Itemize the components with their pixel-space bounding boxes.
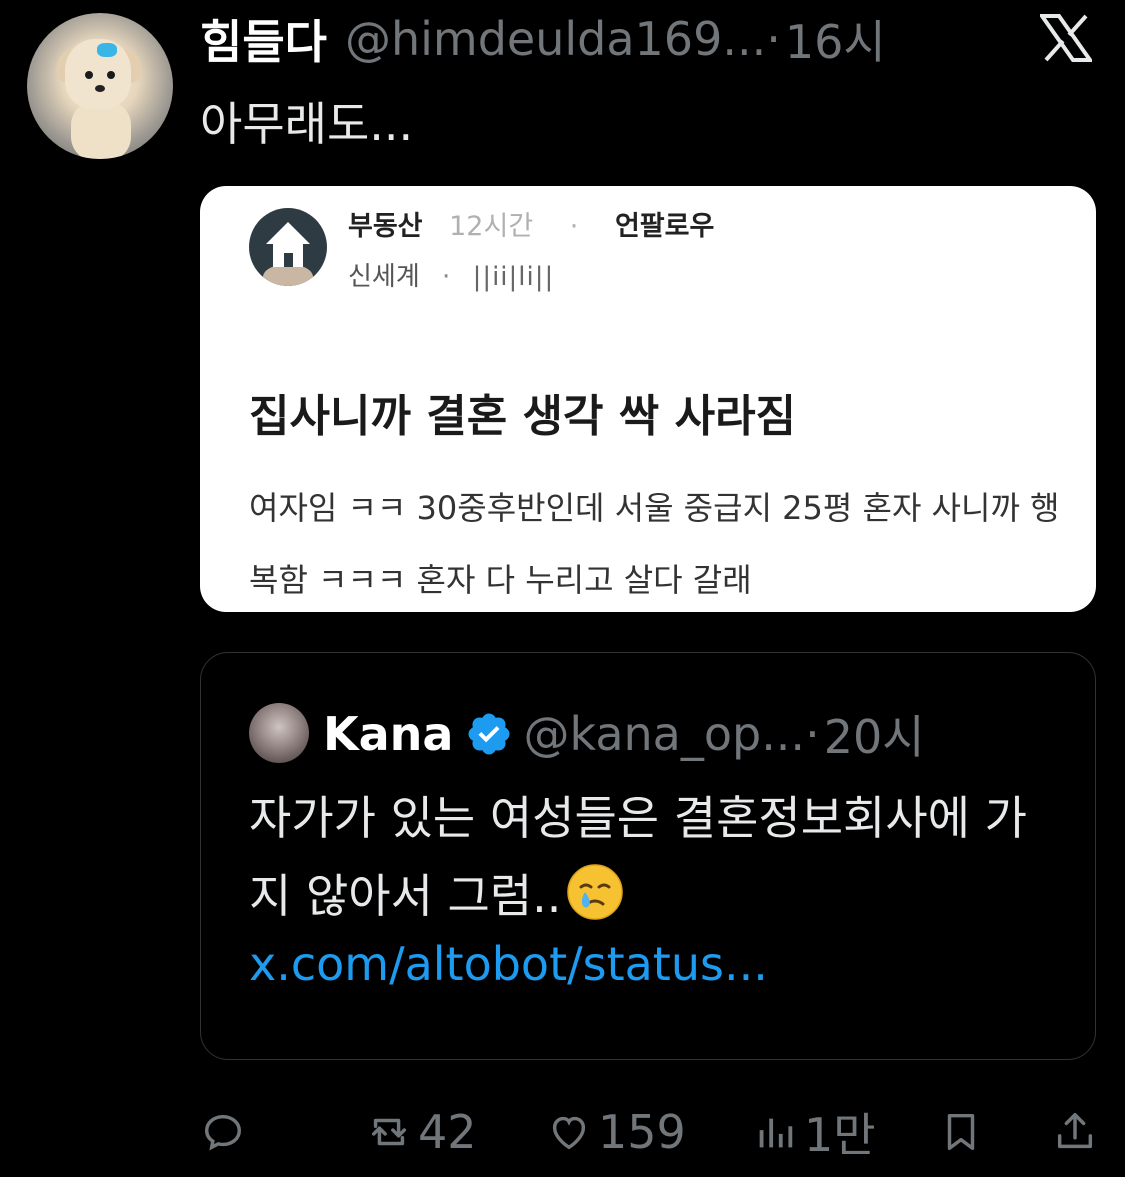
author-company: 신세계 bbox=[348, 262, 420, 292]
house-icon bbox=[266, 222, 310, 244]
avatar-hand bbox=[263, 264, 313, 286]
author-avatar[interactable] bbox=[27, 13, 173, 159]
reply-icon bbox=[204, 1114, 242, 1151]
quote-header: Kana @kana_op... · 20시 bbox=[323, 699, 925, 769]
post-meta-top: 부동산 12시간 · 언팔로우 bbox=[348, 204, 714, 243]
share-button[interactable] bbox=[1052, 1102, 1098, 1162]
author-handle[interactable]: @himdeulda169... bbox=[345, 12, 766, 66]
quote-text-content: 자가가 있는 여성들은 결혼정보회사에 가지 않아서 그럼.. bbox=[249, 791, 1027, 923]
avatar-puppy-eye bbox=[107, 71, 115, 79]
x-logo-icon bbox=[1040, 14, 1092, 62]
house-door bbox=[284, 253, 293, 267]
heart-icon bbox=[552, 1116, 586, 1150]
quote-timestamp: 20시 bbox=[823, 710, 925, 764]
author-nickname: ||ii|li|| bbox=[472, 262, 555, 292]
verified-badge-icon bbox=[468, 713, 510, 755]
tweet-action-bar: 42 159 1만 bbox=[196, 1102, 1096, 1162]
avatar-puppy-body bbox=[71, 101, 131, 159]
quote-text: 자가가 있는 여성들은 결혼정보회사에 가지 않아서 그럼.. bbox=[249, 779, 1069, 935]
quote-separator-dot: · bbox=[805, 707, 820, 761]
reply-button[interactable] bbox=[200, 1102, 252, 1162]
retweet-count: 42 bbox=[418, 1105, 477, 1159]
retweet-icon bbox=[371, 1118, 407, 1146]
board-avatar bbox=[249, 208, 327, 286]
tweet-image[interactable]: 부동산 12시간 · 언팔로우 신세계 · ||ii|li|| 집사니까 결혼 … bbox=[200, 186, 1096, 612]
quote-link[interactable]: x.com/altobot/status... bbox=[249, 937, 768, 991]
tweet-timestamp[interactable]: 16시 bbox=[785, 6, 886, 72]
views-button[interactable]: 1만 bbox=[752, 1102, 876, 1162]
face-holding-back-tears-icon bbox=[567, 864, 624, 920]
header-separator-dot: · bbox=[766, 12, 781, 66]
post-body: 여자임 ㅋㅋ 30중후반인데 서울 중급지 25평 혼자 사니까 행복함 ㅋㅋㅋ… bbox=[249, 489, 1060, 599]
quote-author-handle: @kana_op... bbox=[523, 707, 806, 761]
post-meta-bottom: 신세계 · ||ii|li|| bbox=[348, 256, 554, 293]
post-title: 집사니까 결혼 생각 싹 사라짐 bbox=[249, 391, 797, 442]
retweet-button[interactable]: 42 bbox=[366, 1102, 477, 1162]
like-count: 159 bbox=[598, 1105, 686, 1159]
post-time: 12시간 bbox=[449, 211, 534, 242]
quote-tweet[interactable]: Kana @kana_op... · 20시 자가가 있는 여성들은 결혼정보회… bbox=[200, 652, 1096, 1060]
quote-author-name: Kana bbox=[323, 707, 454, 761]
board-name: 부동산 bbox=[348, 211, 423, 242]
views-count: 1만 bbox=[804, 1108, 876, 1162]
like-button[interactable]: 159 bbox=[546, 1102, 686, 1162]
meta-separator: · bbox=[442, 262, 451, 292]
share-icon bbox=[1057, 1113, 1093, 1149]
quote-author-avatar bbox=[249, 703, 309, 763]
avatar-puppy-eye bbox=[85, 71, 93, 79]
author-display-name[interactable]: 힘들다 bbox=[200, 6, 327, 72]
avatar-puppy-bow bbox=[97, 43, 117, 57]
meta-separator: · bbox=[569, 211, 579, 242]
tweet-header: 힘들다 @himdeulda169... · 16시 bbox=[200, 6, 886, 72]
tweet-text: 아무래도... bbox=[200, 97, 414, 151]
analytics-icon bbox=[759, 1118, 793, 1148]
bookmark-icon bbox=[947, 1113, 975, 1151]
avatar-puppy-nose bbox=[95, 85, 105, 92]
unfollow-label: 언팔로우 bbox=[614, 211, 715, 242]
bookmark-button[interactable] bbox=[938, 1102, 984, 1162]
